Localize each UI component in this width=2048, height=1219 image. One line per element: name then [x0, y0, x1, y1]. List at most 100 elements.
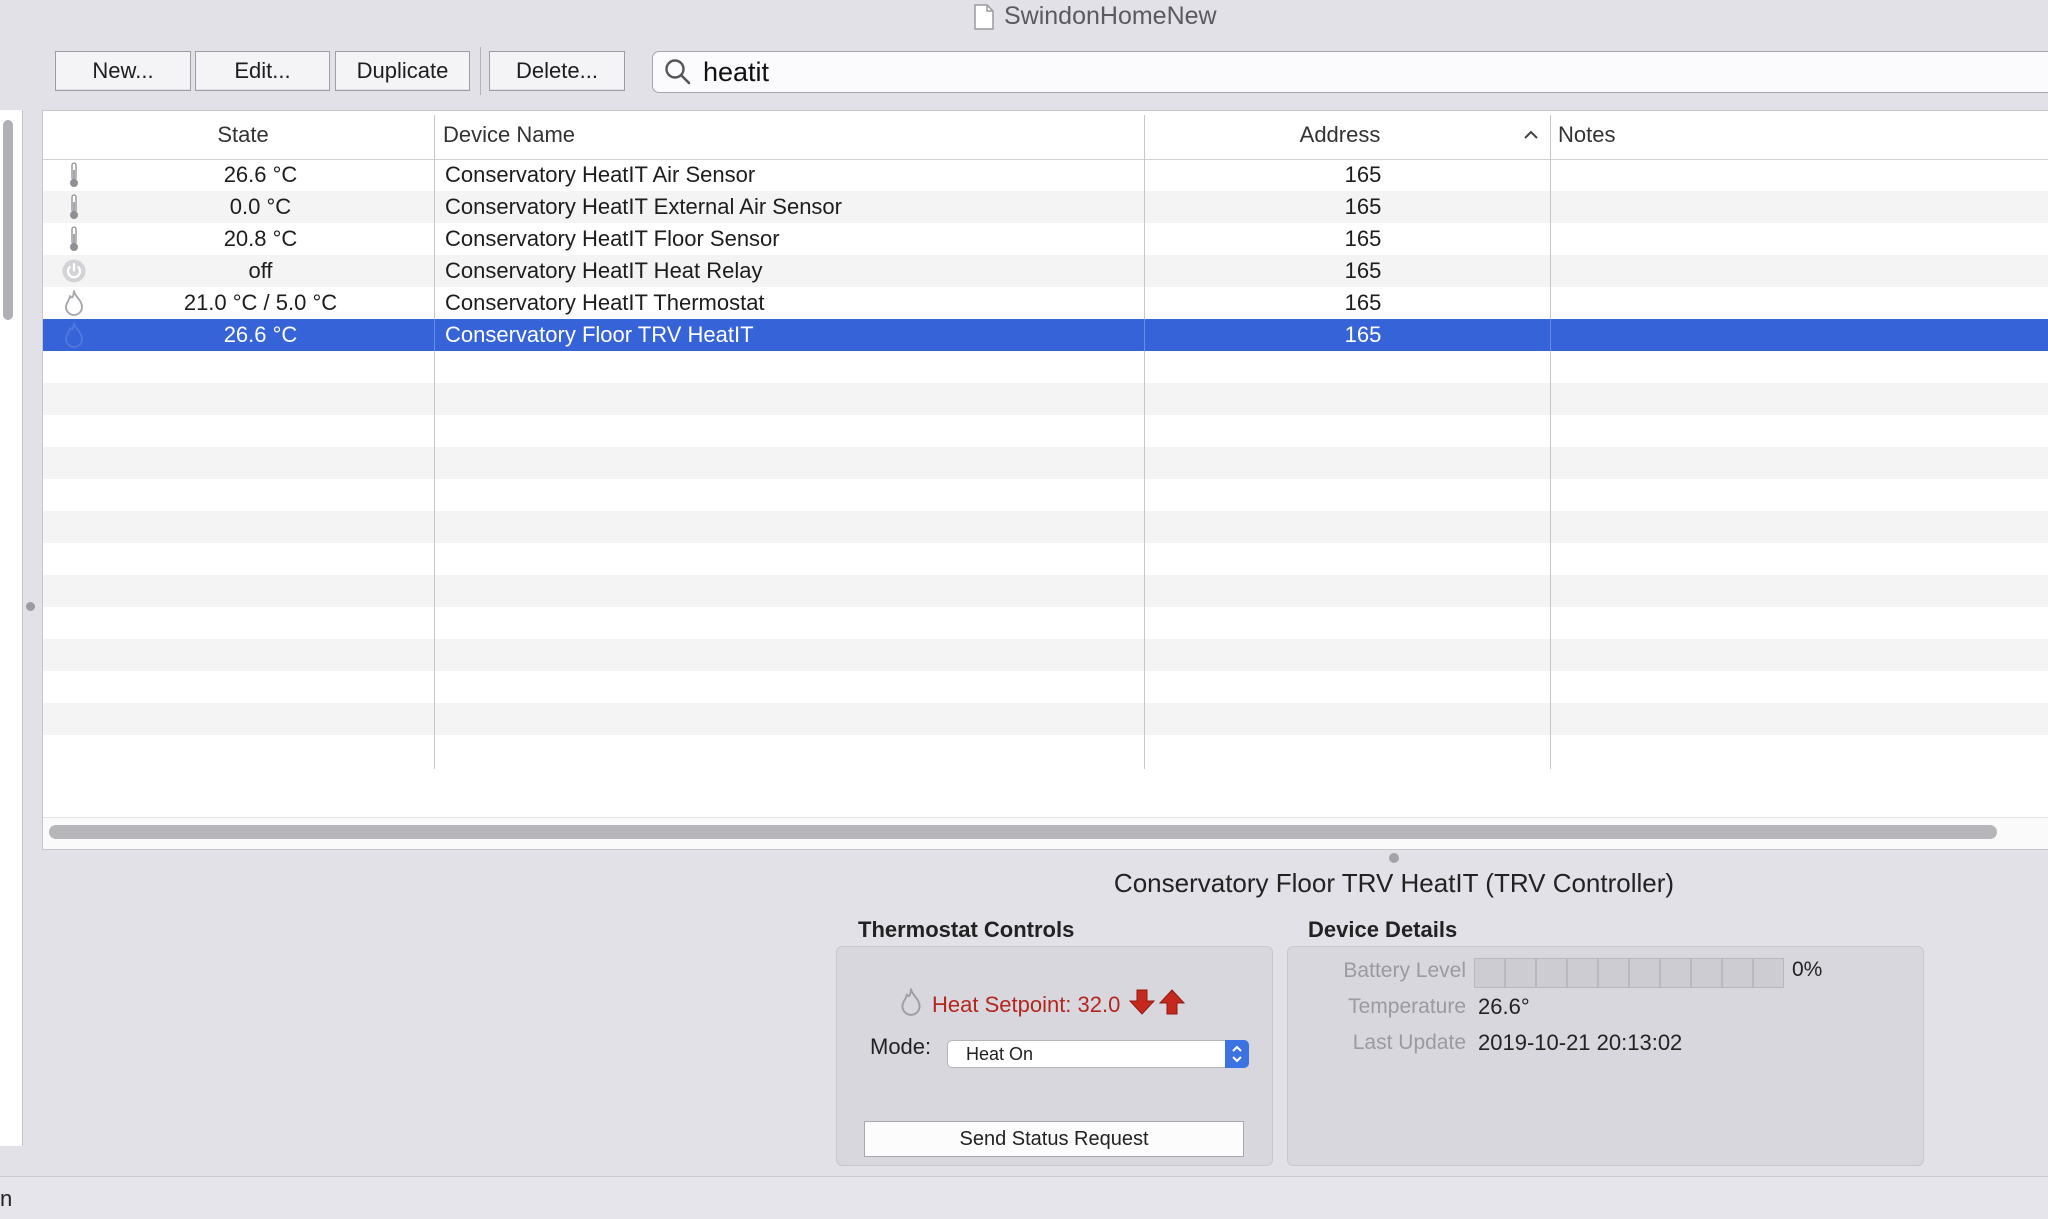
- state-cell: 26.6 °C: [223, 322, 298, 347]
- column-line: [1144, 575, 1145, 607]
- window-title-group: SwindonHomeNew: [974, 2, 1217, 31]
- setpoint-decrease-arrow-icon[interactable]: [1128, 988, 1156, 1021]
- column-header-device-name[interactable]: Device Name: [443, 111, 1143, 159]
- duplicate-button[interactable]: Duplicate: [335, 51, 470, 91]
- column-line: [1144, 479, 1145, 511]
- setpoint-increase-arrow-icon[interactable]: [1158, 988, 1186, 1021]
- empty-row: [43, 703, 2048, 735]
- column-line: [1144, 703, 1145, 735]
- table-row[interactable]: 20.8 °C Conservatory HeatIT Floor Sensor…: [43, 223, 2048, 255]
- last-update-label: Last Update: [1352, 1031, 1466, 1054]
- empty-row: [43, 575, 2048, 607]
- column-line: [434, 287, 435, 319]
- column-line: [1550, 191, 1551, 223]
- device-table: State Device Name Address Notes 26.6 °C …: [42, 110, 2048, 850]
- window-title: SwindonHomeNew: [1004, 2, 1217, 30]
- column-line: [1144, 511, 1145, 543]
- column-line: [1144, 383, 1145, 415]
- column-line: [1550, 255, 1551, 287]
- table-row[interactable]: 0.0 °C Conservatory HeatIT External Air …: [43, 191, 2048, 223]
- delete-button[interactable]: Delete...: [489, 51, 625, 91]
- table-row[interactable]: 26.6 °C Conservatory HeatIT Air Sensor 1…: [43, 159, 2048, 191]
- column-header-notes[interactable]: Notes: [1558, 111, 1958, 159]
- column-line: [1550, 543, 1551, 575]
- battery-segment: [1474, 958, 1505, 988]
- column-line: [1550, 639, 1551, 671]
- column-divider[interactable]: [434, 115, 435, 159]
- empty-row: [43, 479, 2048, 511]
- edit-button[interactable]: Edit...: [195, 51, 330, 91]
- address-cell: 165: [1344, 226, 1382, 251]
- column-line: [434, 479, 435, 511]
- column-line: [1144, 671, 1145, 703]
- heat-setpoint-control: Heat Setpoint: 32.0: [898, 987, 1186, 1022]
- new-button[interactable]: New...: [55, 51, 191, 91]
- state-cell: 21.0 °C / 5.0 °C: [183, 290, 338, 315]
- sort-ascending-icon: [1523, 127, 1539, 143]
- column-header-address[interactable]: Address: [1147, 111, 1533, 159]
- column-divider[interactable]: [1550, 115, 1551, 159]
- mode-select[interactable]: Heat On: [947, 1040, 1249, 1068]
- battery-segment: [1629, 958, 1660, 988]
- battery-level-bar: [1474, 958, 1784, 988]
- column-line: [1550, 575, 1551, 607]
- toolbar-separator: [480, 47, 481, 95]
- column-line: [1550, 415, 1551, 447]
- battery-segment: [1722, 958, 1753, 988]
- battery-level-label: Battery Level: [1343, 959, 1466, 982]
- column-line: [1550, 319, 1551, 351]
- column-line: [434, 351, 435, 383]
- table-row-selected[interactable]: 26.6 °C Conservatory Floor TRV HeatIT 16…: [43, 319, 2048, 351]
- column-line: [434, 735, 435, 769]
- device-details-heading: Device Details: [1308, 917, 1458, 942]
- device-name-cell: Conservatory HeatIT Air Sensor: [445, 162, 756, 187]
- empty-row: [43, 415, 2048, 447]
- column-line: [1550, 287, 1551, 319]
- column-line: [1550, 607, 1551, 639]
- horizontal-split-handle[interactable]: [1389, 853, 1399, 863]
- battery-segment: [1753, 958, 1784, 988]
- column-line: [434, 607, 435, 639]
- column-line: [434, 223, 435, 255]
- address-cell: 165: [1344, 290, 1382, 315]
- device-name-cell: Conservatory HeatIT External Air Sensor: [445, 194, 842, 219]
- heat-setpoint-label: Heat Setpoint: 32.0: [932, 991, 1121, 1017]
- temperature-value: 26.6°: [1478, 994, 1530, 1019]
- column-line: [1144, 543, 1145, 575]
- state-cell: off: [248, 258, 273, 283]
- battery-segment: [1536, 958, 1567, 988]
- column-header-state[interactable]: State: [43, 111, 433, 159]
- battery-segment: [1567, 958, 1598, 988]
- empty-row: [43, 639, 2048, 671]
- column-line: [1550, 159, 1551, 191]
- document-icon: [974, 3, 994, 30]
- column-line: [1550, 223, 1551, 255]
- column-line: [434, 415, 435, 447]
- device-name-cell: Conservatory HeatIT Heat Relay: [445, 258, 763, 283]
- search-input[interactable]: heatit: [703, 57, 769, 88]
- left-panel-scrollbar[interactable]: [3, 120, 13, 320]
- table-row[interactable]: off Conservatory HeatIT Heat Relay 165: [43, 255, 2048, 287]
- column-line: [1550, 351, 1551, 383]
- empty-row: [43, 607, 2048, 639]
- mode-select-value: Heat On: [966, 1043, 1034, 1064]
- send-status-request-button[interactable]: Send Status Request: [864, 1121, 1244, 1157]
- search-icon: [663, 57, 693, 87]
- column-line: [1550, 703, 1551, 735]
- column-line: [434, 255, 435, 287]
- empty-row: [43, 351, 2048, 383]
- state-cell: 0.0 °C: [229, 194, 292, 219]
- vertical-split-handle[interactable]: [26, 602, 35, 611]
- mode-label: Mode:: [870, 1034, 932, 1059]
- search-field[interactable]: heatit: [652, 51, 2048, 93]
- column-line: [1550, 511, 1551, 543]
- column-line: [434, 703, 435, 735]
- column-divider[interactable]: [1144, 115, 1145, 159]
- horizontal-scrollbar-thumb[interactable]: [49, 825, 1997, 839]
- table-row[interactable]: 21.0 °C / 5.0 °C Conservatory HeatIT The…: [43, 287, 2048, 319]
- battery-segment: [1505, 958, 1536, 988]
- column-line: [434, 383, 435, 415]
- last-update-value: 2019-10-21 20:13:02: [1478, 1030, 1683, 1055]
- column-line: [1144, 415, 1145, 447]
- battery-segment: [1598, 958, 1629, 988]
